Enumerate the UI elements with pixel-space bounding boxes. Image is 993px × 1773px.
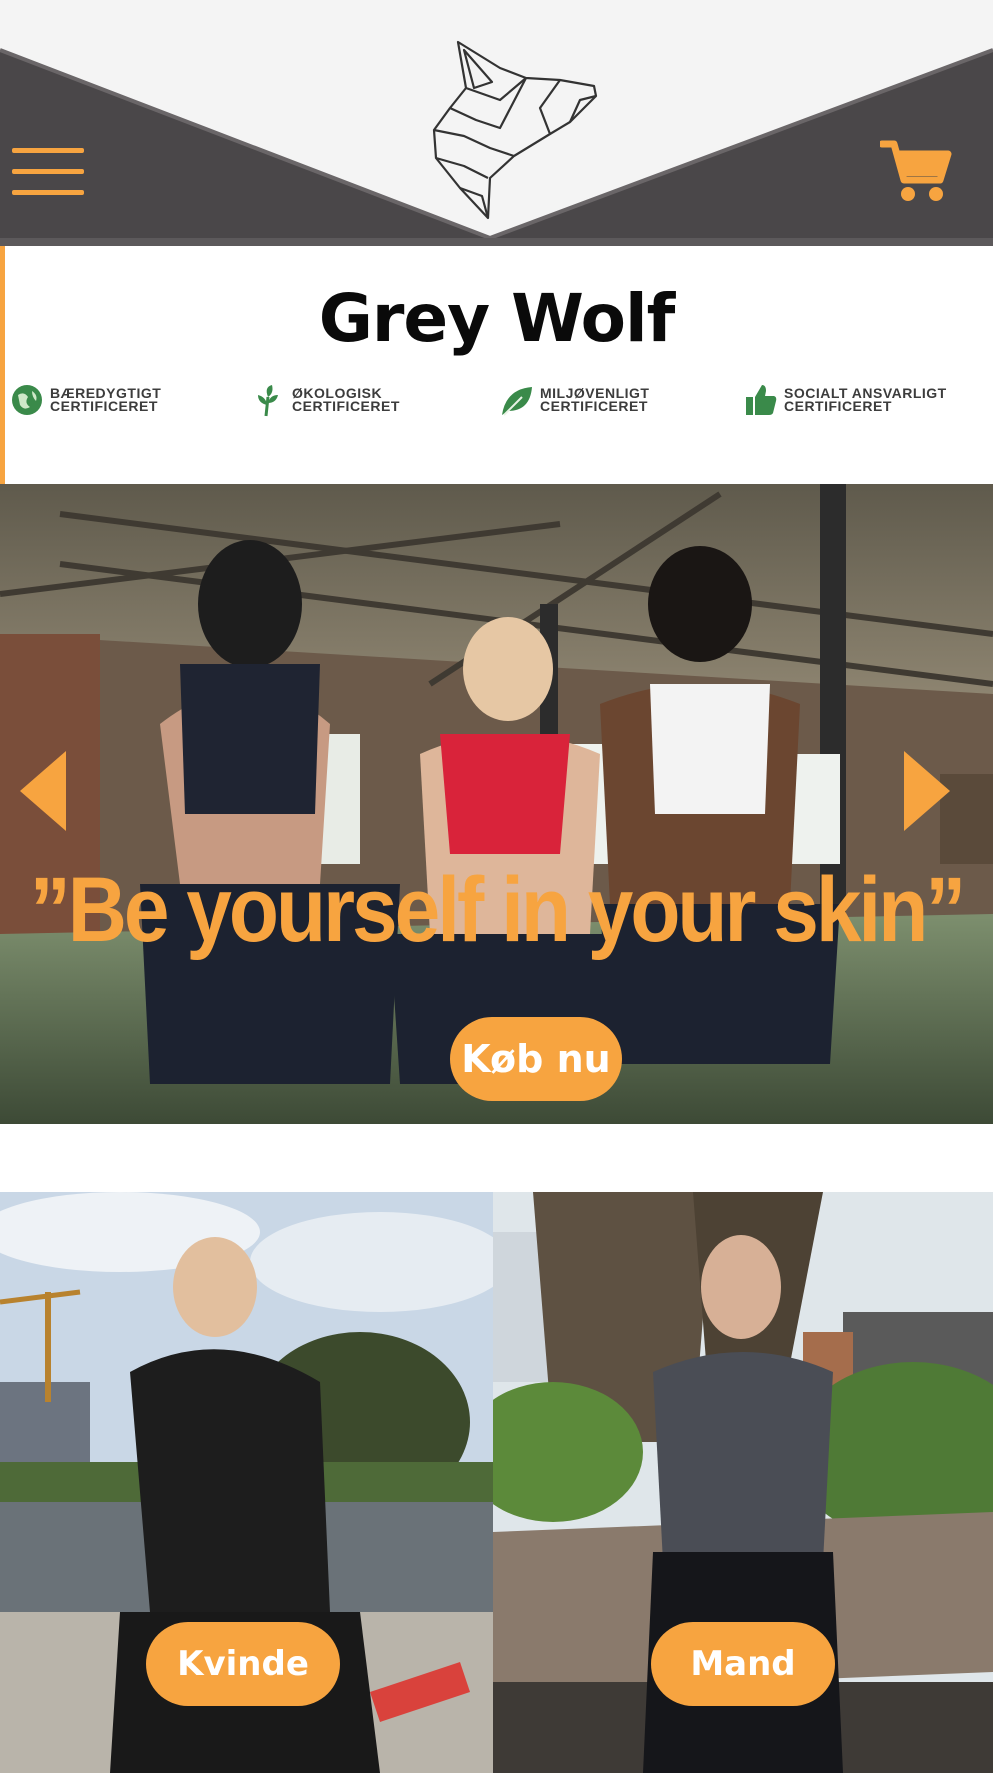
certification-item: BÆREDYGTIGT CERTIFICERET	[10, 380, 161, 420]
category-tile-men[interactable]: Mand	[493, 1192, 993, 1773]
shopping-cart-icon[interactable]	[880, 138, 952, 204]
plant-sprout-icon	[258, 385, 278, 417]
category-tile-women[interactable]: Kvinde	[0, 1192, 493, 1773]
page-title: Grey Wolf	[318, 280, 676, 357]
globe-icon	[12, 385, 42, 415]
buy-now-button[interactable]: Køb nu	[450, 1017, 622, 1101]
site-header	[0, 0, 993, 246]
hamburger-menu-icon[interactable]	[12, 148, 84, 196]
chevron-right-icon[interactable]	[902, 749, 952, 833]
thumbs-up-icon	[746, 385, 777, 415]
wolf-head-logo[interactable]	[430, 38, 600, 222]
certification-item: SOCIALT ANSVARLIGT CERTIFICERET	[744, 380, 947, 420]
certification-strip: BÆREDYGTIGT CERTIFICERET ØKOLOGISK CERTIFI…	[8, 380, 988, 420]
hero-quote: ”Be yourself in your skin”	[29, 859, 967, 962]
certification-item: ØKOLOGISK CERTIFICERET	[252, 380, 400, 420]
certification-item: MILJØVENLIGT CERTIFICERET	[500, 380, 649, 420]
men-category-button[interactable]: Mand	[651, 1622, 835, 1706]
women-category-button[interactable]: Kvinde	[146, 1622, 340, 1706]
hero-banner: ”Be yourself in your skin” Køb nu	[0, 484, 993, 1124]
leaf-icon	[502, 387, 532, 416]
chevron-left-icon[interactable]	[18, 749, 68, 833]
